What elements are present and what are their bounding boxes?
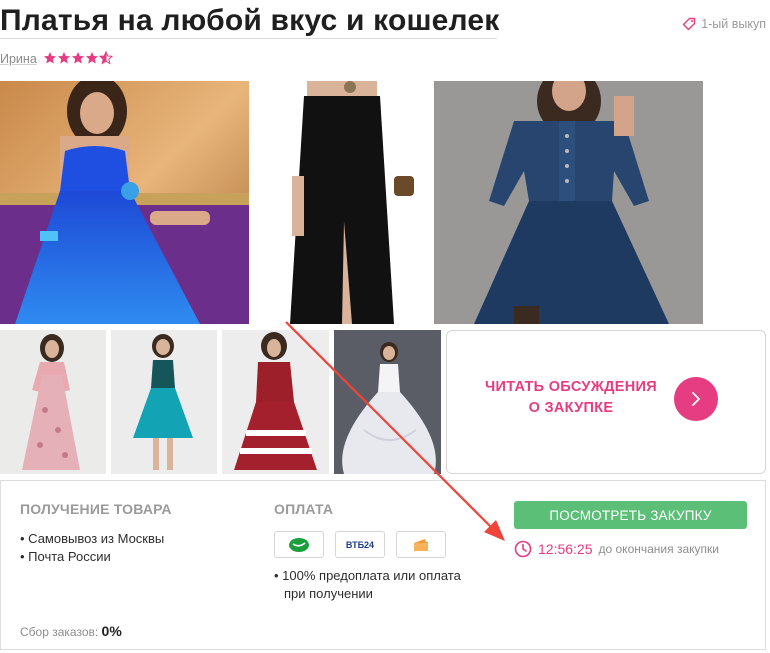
read-discussions-card[interactable]: ЧИТАТЬ ОБСУЖДЕНИЯ О ЗАКУПКЕ: [446, 330, 766, 474]
delivery-item: Самовывоз из Москвы: [20, 530, 164, 548]
dress-black-photo[interactable]: [262, 81, 422, 324]
delivery-item: Почта России: [20, 548, 164, 566]
delivery-heading: ПОЛУЧЕНИЕ ТОВАРА: [20, 501, 172, 517]
clock-icon: [514, 540, 532, 558]
vtb24-label: ВТБ24: [345, 539, 375, 550]
payment-note-line: 100% предоплата или оплата: [274, 567, 461, 585]
author-link[interactable]: Ирина: [0, 52, 37, 66]
star-icon: [86, 52, 98, 64]
wallet-icon: [396, 531, 446, 558]
vtb24-icon: ВТБ24: [335, 531, 385, 558]
timer-value: 12:56:25: [538, 541, 593, 557]
order-collection: Сбор заказов: 0%: [20, 623, 122, 639]
delivery-list: Самовывоз из Москвы Почта России: [20, 530, 164, 565]
badge-label: 1-ый выкуп: [701, 17, 766, 31]
discussion-label-line-1: ЧИТАТЬ ОБСУЖДЕНИЯ: [485, 379, 657, 395]
read-discussions-button[interactable]: [674, 377, 718, 421]
rating-stars: [43, 51, 113, 65]
chevron-right-icon: [692, 392, 700, 406]
collection-label: Сбор заказов:: [20, 625, 99, 639]
star-icon: [72, 52, 84, 64]
view-purchase-button[interactable]: ПОСМОТРЕТЬ ЗАКУПКУ: [514, 501, 747, 529]
dress-red-photo[interactable]: [222, 330, 329, 474]
sberbank-icon: [274, 531, 324, 558]
read-discussions-label: ЧИТАТЬ ОБСУЖДЕНИЯ О ЗАКУПКЕ: [481, 377, 661, 419]
dress-wedding-photo[interactable]: [334, 330, 441, 474]
title-divider: [0, 38, 497, 39]
purchase-timer: 12:56:25 до окончания закупки: [514, 540, 719, 558]
star-icon: [44, 52, 56, 64]
tag-icon: [682, 17, 696, 31]
discussion-label-line-2: О ЗАКУПКЕ: [528, 400, 614, 416]
page-title: Платья на любой вкус и кошелек: [0, 4, 500, 37]
star-icon: [58, 52, 70, 64]
dress-floral-photo[interactable]: [0, 330, 106, 474]
payment-note-line-2: при получении: [284, 585, 373, 601]
dress-blue-photo[interactable]: [0, 81, 249, 324]
payment-note: 100% предоплата или оплата при получении: [274, 567, 461, 602]
timer-label: до окончания закупки: [598, 542, 719, 556]
dress-denim-photo[interactable]: [434, 81, 703, 324]
collection-value: 0%: [101, 623, 122, 639]
star-half-icon: [99, 51, 113, 65]
dress-teal-photo[interactable]: [111, 330, 217, 474]
purchase-info-panel: ПОЛУЧЕНИЕ ТОВАРА Самовывоз из Москвы Поч…: [0, 480, 766, 650]
first-buyout-badge: 1-ый выкуп: [682, 17, 766, 31]
payment-heading: ОПЛАТА: [274, 501, 334, 517]
